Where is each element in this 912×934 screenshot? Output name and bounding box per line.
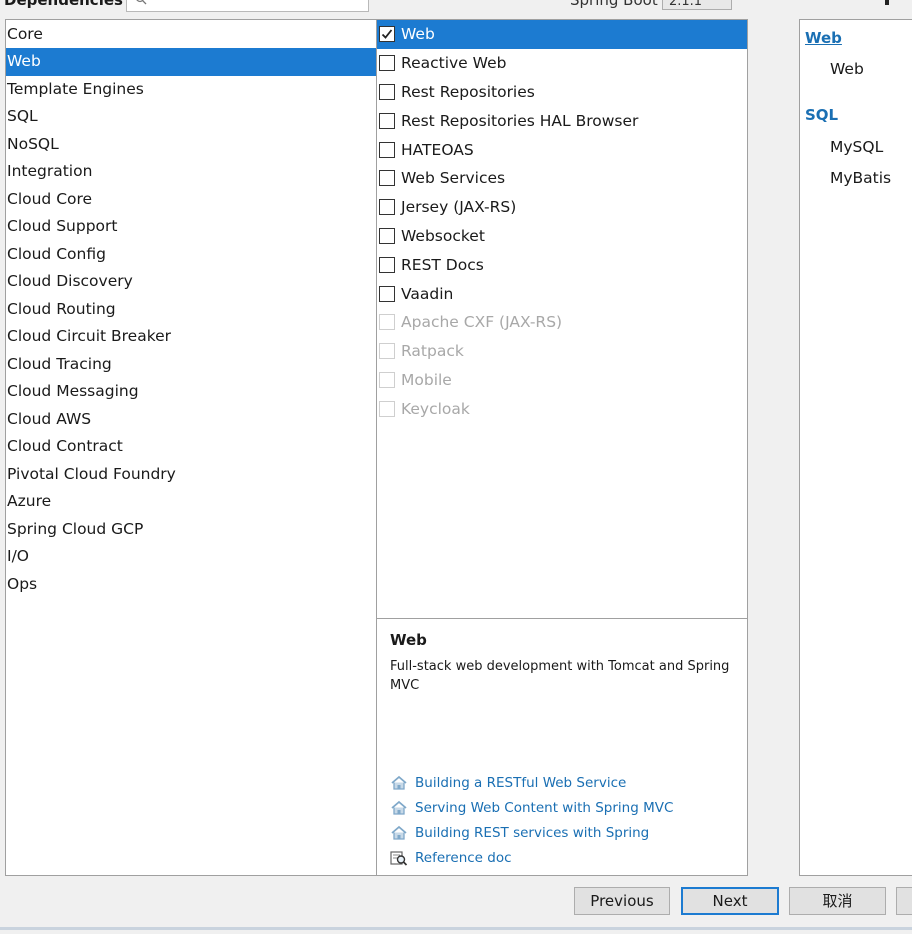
dependency-checkbox[interactable]: [379, 55, 395, 72]
category-item[interactable]: I/O: [6, 543, 376, 571]
guide-link-label: Serving Web Content with Spring MVC: [415, 800, 674, 816]
spring-boot-version-select[interactable]: 2.1.1: [662, 0, 732, 10]
dependency-item[interactable]: Websocket: [377, 222, 747, 251]
dependency-item[interactable]: Rest Repositories HAL Browser: [377, 106, 747, 135]
dependency-checkbox[interactable]: [379, 170, 395, 187]
guide-link-label: Building a RESTful Web Service: [415, 775, 627, 791]
category-item[interactable]: Cloud Circuit Breaker: [6, 323, 376, 351]
dependency-label: Ratpack: [401, 342, 464, 361]
selected-item-web[interactable]: Web: [830, 60, 864, 78]
reference-doc-link[interactable]: Reference doc: [390, 850, 512, 866]
dependency-label: Reactive Web: [401, 54, 507, 73]
dependencies-label: Dependencies: [4, 0, 123, 9]
category-item[interactable]: Template Engines: [6, 76, 376, 104]
dependency-item[interactable]: Jersey (JAX-RS): [377, 193, 747, 222]
dependency-label: Rest Repositories HAL Browser: [401, 111, 639, 130]
dependency-checkbox[interactable]: [379, 112, 395, 129]
dependency-label: Vaadin: [401, 284, 454, 303]
dependency-item: Mobile: [377, 366, 747, 395]
checkmark-icon: [381, 29, 393, 40]
category-item[interactable]: Cloud Routing: [6, 296, 376, 324]
category-item[interactable]: Cloud Config: [6, 241, 376, 269]
category-item[interactable]: Azure: [6, 488, 376, 516]
dependency-checkbox: [379, 343, 395, 360]
dependency-checkbox[interactable]: [379, 199, 395, 216]
dependency-label: Jersey (JAX-RS): [401, 198, 517, 217]
category-item[interactable]: Cloud Contract: [6, 433, 376, 461]
guide-link-label: Building REST services with Spring: [415, 825, 650, 841]
reference-doc-label: Reference doc: [415, 850, 512, 866]
next-button[interactable]: Next: [681, 887, 779, 915]
home-icon: [391, 775, 407, 790]
category-item[interactable]: Spring Cloud GCP: [6, 516, 376, 544]
dependency-checkbox: [379, 314, 395, 331]
selected-group-sql[interactable]: SQL: [805, 106, 838, 124]
categories-list: Core Web Template Engines SQL NoSQL Integrati…: [5, 19, 377, 876]
dependency-label: Web: [401, 25, 435, 44]
dependency-checkbox[interactable]: [379, 141, 395, 158]
dependency-label: Rest Repositories: [401, 82, 535, 101]
guide-link-restful-web-service[interactable]: Building a RESTful Web Service: [390, 775, 626, 791]
category-item[interactable]: Ops: [6, 571, 376, 599]
dependency-label: Keycloak: [401, 399, 470, 418]
help-button[interactable]: [896, 887, 912, 915]
selected-item-mybatis[interactable]: MyBatis: [830, 169, 891, 187]
home-icon: [391, 825, 407, 840]
guide-link-serving-web-content[interactable]: Serving Web Content with Spring MVC: [390, 800, 673, 816]
dependency-item[interactable]: Rest Repositories: [377, 78, 747, 107]
dependency-label: Websocket: [401, 226, 485, 245]
dependency-checkbox[interactable]: [379, 285, 395, 302]
dependency-item[interactable]: Web: [377, 20, 747, 49]
category-item[interactable]: Web: [6, 48, 376, 76]
dependency-item: Apache CXF (JAX-RS): [377, 308, 747, 337]
category-item[interactable]: NoSQL: [6, 131, 376, 159]
category-item[interactable]: Core: [6, 21, 376, 49]
dependency-checkbox: [379, 371, 395, 388]
dependency-label: REST Docs: [401, 255, 484, 274]
dependency-checkbox[interactable]: [379, 256, 395, 273]
dependency-item[interactable]: Vaadin: [377, 279, 747, 308]
search-icon: [136, 0, 147, 5]
dependency-checkbox[interactable]: [379, 26, 395, 43]
category-item[interactable]: Integration: [6, 158, 376, 186]
dependency-checkbox[interactable]: [379, 227, 395, 244]
category-item[interactable]: SQL: [6, 103, 376, 131]
selected-dependencies-panel: Web Web SQL MySQL MyBatis: [799, 19, 912, 876]
top-right-mark: [885, 0, 889, 5]
search-input[interactable]: [126, 0, 369, 12]
category-item[interactable]: Cloud Messaging: [6, 378, 376, 406]
dependency-label: Apache CXF (JAX-RS): [401, 313, 563, 332]
category-item[interactable]: Cloud Support: [6, 213, 376, 241]
dependency-item: Keycloak: [377, 394, 747, 423]
dependency-item[interactable]: Web Services: [377, 164, 747, 193]
category-item[interactable]: Pivotal Cloud Foundry: [6, 461, 376, 489]
dependency-item[interactable]: Reactive Web: [377, 49, 747, 78]
bottom-edge: [0, 927, 912, 930]
description-panel: Web Full-stack web development with Tomc…: [376, 618, 748, 876]
home-icon: [391, 800, 407, 815]
dependency-checkbox[interactable]: [379, 83, 395, 100]
top-strip: Dependencies Spring Boot 2.1.1: [0, 0, 912, 18]
dependencies-checklist: Web Reactive Web Rest Repositories Rest Rep…: [376, 19, 748, 619]
dependency-label: Mobile: [401, 370, 452, 389]
guide-link-rest-services[interactable]: Building REST services with Spring: [390, 825, 649, 841]
category-item[interactable]: Cloud Tracing: [6, 351, 376, 379]
category-item[interactable]: Cloud AWS: [6, 406, 376, 434]
spring-boot-label: Spring Boot: [570, 0, 658, 9]
cancel-button[interactable]: 取消: [789, 887, 886, 915]
reference-doc-icon: [390, 851, 408, 866]
selected-group-web[interactable]: Web: [805, 29, 842, 47]
dependency-label: Web Services: [401, 169, 506, 188]
dependency-label: HATEOAS: [401, 140, 474, 159]
dependency-item: Ratpack: [377, 337, 747, 366]
description-text: Full-stack web development with Tomcat a…: [390, 659, 730, 693]
previous-button[interactable]: Previous: [574, 887, 670, 915]
description-title: Web: [390, 631, 427, 649]
selected-item-mysql[interactable]: MySQL: [830, 138, 883, 156]
category-item[interactable]: Cloud Discovery: [6, 268, 376, 296]
dependency-item[interactable]: HATEOAS: [377, 135, 747, 164]
category-item[interactable]: Cloud Core: [6, 186, 376, 214]
dependency-item[interactable]: REST Docs: [377, 250, 747, 279]
dependency-checkbox: [379, 400, 395, 417]
